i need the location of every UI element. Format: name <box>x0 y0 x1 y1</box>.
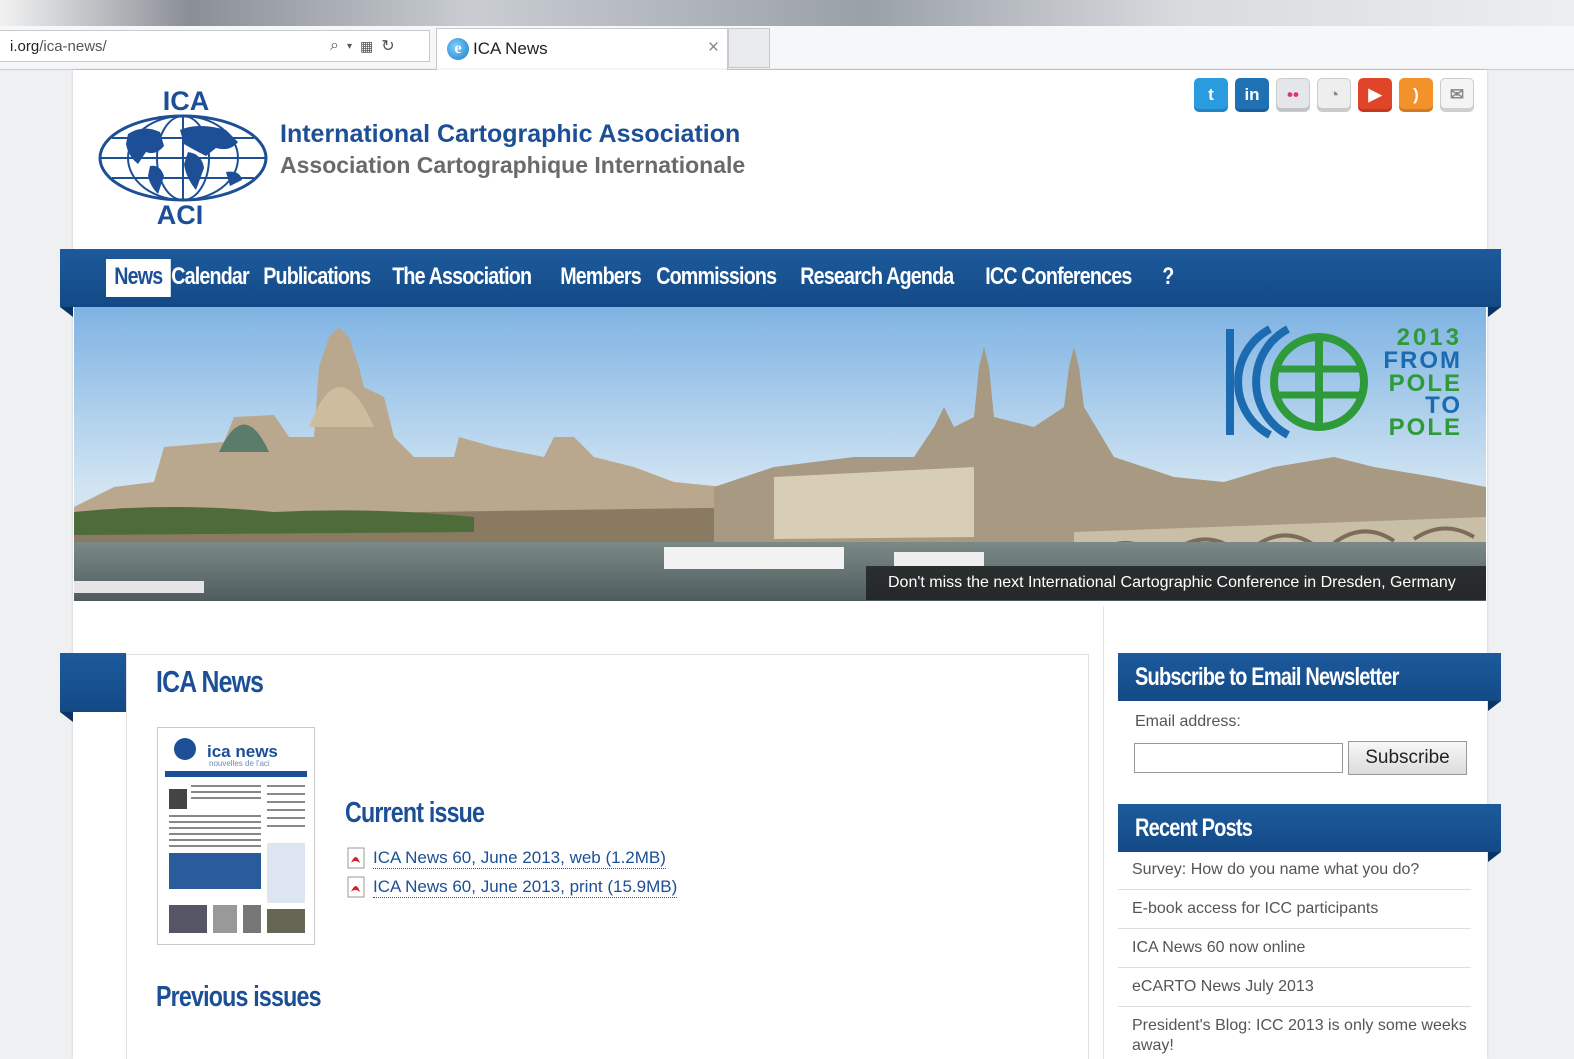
nav-fold-right <box>1488 307 1501 317</box>
ie-icon: e <box>447 38 469 60</box>
recent-posts-heading: Recent Posts <box>1118 804 1501 852</box>
recent-post-link[interactable]: eCARTO News July 2013 <box>1118 968 1471 1007</box>
twitter-icon[interactable]: t <box>1194 78 1228 112</box>
compatibility-icon[interactable]: ▦ <box>360 38 373 55</box>
picasa-icon[interactable]: ◔ <box>1317 78 1351 112</box>
email-icon[interactable]: ✉ <box>1440 78 1474 112</box>
nav-item-icc-conferences[interactable]: ICC Conferences <box>977 259 1140 297</box>
tab-title: ICA News <box>473 39 548 58</box>
flickr-icon[interactable]: •• <box>1276 78 1310 112</box>
social-links: t in •• ◔ ▶) ✉ <box>1194 78 1474 112</box>
recent-post-link[interactable]: ICA News 60 now online <box>1118 929 1471 968</box>
youtube-icon[interactable]: ▶ <box>1358 78 1392 112</box>
nav-item-help[interactable]: ? <box>1154 259 1182 297</box>
browser-tab-active[interactable]: e ICA News × <box>436 28 728 70</box>
logo-top-text: ICA <box>163 86 210 116</box>
page-title: ICA News <box>156 664 264 699</box>
nav-menu: News Calendar Publications The Association M… <box>106 259 1174 297</box>
nav-item-calendar[interactable]: Calendar <box>163 259 257 297</box>
refresh-icon[interactable]: ↻ <box>381 36 394 56</box>
nav-item-members[interactable]: Members <box>552 259 649 297</box>
nav-item-news[interactable]: News <box>106 259 171 297</box>
pdf-icon <box>347 876 365 898</box>
banner-image: 2013 FROM POLE TO POLE <box>74 307 1486 601</box>
newsletter-heading-text: Subscribe to Email Newsletter <box>1135 663 1399 691</box>
icc-logo-word-4: POLE <box>1389 414 1462 441</box>
email-input[interactable] <box>1134 743 1343 773</box>
nav-item-research-agenda[interactable]: Research Agenda <box>792 259 962 297</box>
recent-posts-list: Survey: How do you name what you do? E-bo… <box>1118 851 1471 1059</box>
rss-icon[interactable]: ) <box>1399 78 1433 112</box>
address-host: i.org <box>10 38 40 55</box>
pdf-link-web[interactable]: ICA News 60, June 2013, web (1.2MB) <box>345 847 666 869</box>
recent-posts-heading-text: Recent Posts <box>1135 814 1253 842</box>
org-name-en: International Cartographic Association <box>280 120 741 148</box>
new-tab-button[interactable] <box>728 28 770 68</box>
logo-bottom-text: ACI <box>157 200 204 228</box>
content-tab-marker <box>60 653 126 712</box>
previous-issues-heading: Previous issues <box>156 981 321 1013</box>
email-label: Email address: <box>1135 713 1241 730</box>
subscribe-button[interactable]: Subscribe <box>1348 741 1467 775</box>
recent-post-link[interactable]: Survey: How do you name what you do? <box>1118 851 1471 890</box>
address-path: /ica-news/ <box>39 38 107 55</box>
pdf-link-print[interactable]: ICA News 60, June 2013, print (15.9MB) <box>345 876 678 898</box>
column-divider <box>1103 606 1104 1059</box>
window-titlebar <box>0 0 1574 26</box>
pdf-icon <box>347 847 365 869</box>
recent-post-link[interactable]: E-book access for ICC participants <box>1118 890 1471 929</box>
ica-logo[interactable]: ICA ACI <box>98 86 268 228</box>
search-icon[interactable]: ⌕ <box>330 37 339 55</box>
nav-item-the-association[interactable]: The Association <box>384 259 539 297</box>
nav-fold-left <box>60 307 73 317</box>
recent-posts-heading-fold <box>1488 852 1501 862</box>
linkedin-icon[interactable]: in <box>1235 78 1269 112</box>
org-name-fr: Association Cartographique International… <box>280 152 746 178</box>
content-tab-fold <box>60 712 73 722</box>
cover-subtitle: nouvelles de l'aci <box>209 759 270 768</box>
close-tab-icon[interactable]: × <box>708 37 719 59</box>
current-issue-heading: Current issue <box>345 797 485 829</box>
nav-item-publications[interactable]: Publications <box>255 259 379 297</box>
dropdown-icon[interactable]: ▾ <box>347 41 352 52</box>
nav-item-commissions[interactable]: Commissions <box>648 259 784 297</box>
ica-news-cover-thumbnail[interactable]: ica news nouvelles de l'aci <box>157 727 315 945</box>
newsletter-heading: Subscribe to Email Newsletter <box>1118 653 1501 701</box>
cover-image: ica news nouvelles de l'aci <box>165 738 307 933</box>
newsletter-heading-fold <box>1488 701 1501 711</box>
recent-post-link[interactable]: President's Blog: ICC 2013 is only some … <box>1118 1007 1471 1059</box>
pdf-link-print-text[interactable]: ICA News 60, June 2013, print (15.9MB) <box>373 877 678 898</box>
banner-caption[interactable]: Don't miss the next International Cartog… <box>866 566 1486 600</box>
pdf-link-web-text[interactable]: ICA News 60, June 2013, web (1.2MB) <box>373 848 666 869</box>
